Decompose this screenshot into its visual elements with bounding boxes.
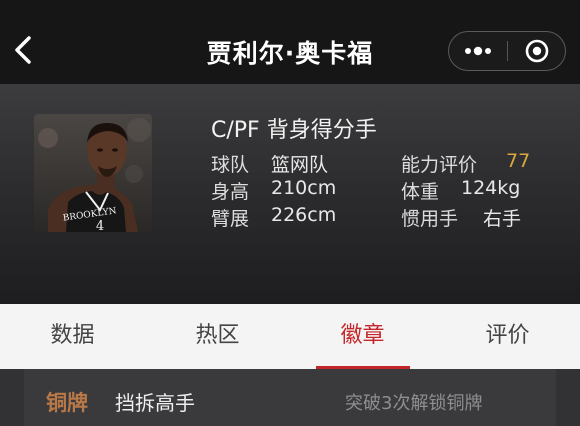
badge-name: 挡拆高手	[115, 391, 195, 415]
tab-reviews-label: 评价	[485, 323, 530, 348]
height-label: 身高	[211, 181, 250, 203]
tab-stats-label: 数据	[50, 323, 95, 348]
badge-tier: 铜牌	[46, 391, 88, 415]
rating-label: 能力评价	[401, 154, 478, 176]
rating-value: 77	[506, 150, 531, 172]
tab-reviews[interactable]: 评价	[435, 304, 580, 369]
tab-hot-zones[interactable]: 热区	[145, 304, 290, 369]
target-close-icon[interactable]	[508, 32, 566, 70]
hand-label: 惯用手	[401, 208, 459, 230]
height-value: 210cm	[271, 177, 337, 199]
wingspan-row: 臂展 226cm	[211, 204, 336, 231]
list-item[interactable]: 铜牌 挡拆高手 突破3次解锁铜牌	[24, 369, 556, 426]
tab-badges[interactable]: 徽章	[290, 304, 435, 369]
team-label: 球队	[211, 154, 250, 176]
weight-label: 体重	[401, 181, 440, 203]
navigation-bar: 贾利尔·奥卡福	[0, 0, 580, 84]
rating-row: 能力评价 77	[401, 150, 530, 177]
position-role: C/PF 背身得分手	[211, 118, 377, 143]
tab-badges-label: 徽章	[340, 323, 385, 348]
badge-list: 铜牌 挡拆高手 突破3次解锁铜牌	[0, 369, 580, 426]
tab-stats[interactable]: 数据	[0, 304, 145, 369]
team-value: 篮网队	[271, 154, 329, 176]
player-header: BROOKLYN 4 C/PF 背身得分手 球队 篮网队 能力评价 77 身高 …	[0, 84, 580, 304]
mini-program-capsule	[448, 31, 566, 71]
more-dots-icon[interactable]	[449, 32, 507, 70]
wingspan-label: 臂展	[211, 208, 250, 230]
badge-unlock-requirement: 突破3次解锁铜牌	[345, 393, 483, 414]
height-row: 身高 210cm	[211, 177, 336, 204]
weight-value: 124kg	[461, 177, 521, 199]
tab-bar: 数据 热区 徽章 评价	[0, 304, 580, 369]
player-avatar: BROOKLYN 4	[34, 114, 152, 232]
tab-hot-zones-label: 热区	[195, 323, 240, 348]
team-row: 球队 篮网队	[211, 150, 328, 177]
jersey-number: 4	[96, 219, 104, 232]
weight-row: 体重 124kg	[401, 177, 520, 204]
hand-value: 右手	[483, 208, 522, 230]
wingspan-value: 226cm	[271, 204, 337, 226]
hand-row: 惯用手 右手	[401, 204, 521, 231]
